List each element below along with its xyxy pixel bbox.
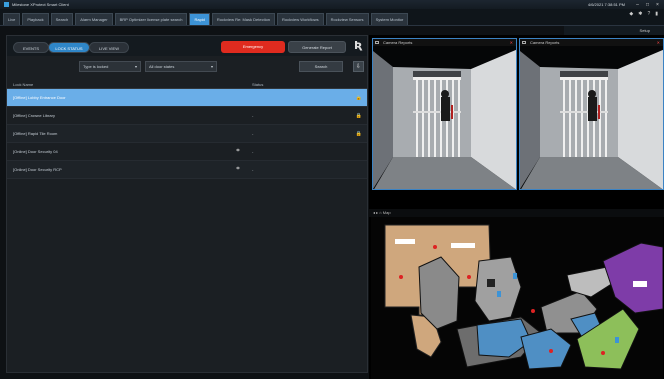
table-header: Lock Name Status	[7, 81, 367, 89]
type-filter-select[interactable]: Type is locked ▾	[79, 61, 141, 72]
camera-tile[interactable]: Camera Reports ✕	[372, 38, 517, 190]
tab-3[interactable]: Alarm Manager	[75, 13, 113, 25]
export-icon[interactable]: ⇩	[353, 61, 364, 72]
filter-row: Type is locked ▾ All door states ▾ Search …	[7, 59, 367, 74]
door-icon: ⌗	[236, 148, 240, 154]
lock-name: [Offline] Rapid Tile Room	[13, 131, 58, 136]
gear-icon[interactable]: ✱	[638, 11, 642, 17]
window-title: Milestone XProtect Smart Client	[12, 2, 69, 7]
tab-9[interactable]: System Monitor	[370, 13, 409, 25]
lock-table: Lock Name Status [Offline] Lobby Entranc…	[7, 81, 367, 179]
tab-5[interactable]: Rapid	[189, 13, 210, 25]
setup-bar: Setup	[564, 26, 664, 35]
lock-state: -	[252, 149, 254, 154]
expand-icon[interactable]: ▮	[655, 11, 658, 17]
tab-live-view[interactable]: LIVE VIEW	[89, 42, 129, 53]
type-filter-value: Type is locked	[83, 64, 109, 69]
lock-icon[interactable]: 🔒	[351, 95, 367, 101]
map-nav-icon[interactable]: ◂ ▸ ⌂	[373, 210, 382, 215]
maximize-icon[interactable]: □	[645, 2, 650, 7]
close-icon[interactable]: ✕	[657, 39, 660, 46]
table-row[interactable]: [Offline] Lobby Entrance Door 🔒	[7, 89, 367, 107]
title-bar: Milestone XProtect Smart Client 4/6/2021…	[0, 0, 664, 9]
lock-name: [Online] Door Security RCP	[13, 167, 62, 172]
tab-4[interactable]: BRP Optimizer license plate search	[114, 13, 188, 25]
help-icon[interactable]: ?	[647, 11, 650, 17]
tab-2[interactable]: Search	[50, 13, 74, 25]
floor-plan-image	[371, 217, 663, 379]
chevron-down-icon: ▾	[134, 64, 137, 69]
door-state-select[interactable]: All door states ▾	[145, 61, 217, 72]
table-row[interactable]: [Online] Door Security 04 ⌗ -	[7, 143, 367, 161]
tab-1[interactable]: Playback	[22, 13, 49, 25]
camera-feed-image	[373, 46, 516, 189]
tab-6[interactable]: Rockview Re: Mask Detection	[211, 13, 276, 25]
tab-7[interactable]: Rockview Workflows	[277, 13, 324, 25]
workspace-tabs: Live Playback Search Alarm Manager BRP Optim…	[0, 9, 664, 26]
datetime-label: 4/6/2021 7:38:51 PM	[587, 2, 625, 7]
map-title: Map	[382, 210, 391, 215]
table-row[interactable]: [Online] Door Security RCP ⌗ -	[7, 161, 367, 179]
bell-icon[interactable]: ◆	[629, 11, 633, 17]
tab-events[interactable]: EVENTS	[13, 42, 49, 53]
tab-lock-status[interactable]: LOCK STATUS	[48, 42, 90, 53]
lock-panel: EVENTS LOCK STATUS LIVE VIEW Emergency G…	[6, 35, 368, 373]
door-icon: ⌗	[236, 166, 240, 172]
camera-tile[interactable]: Camera Reports ✕	[519, 38, 664, 190]
camera-icon	[522, 41, 526, 44]
minimize-icon[interactable]: –	[635, 2, 640, 7]
chevron-down-icon: ▾	[210, 64, 213, 69]
lock-name: [Offline] Crowne Library	[13, 113, 55, 118]
lock-icon[interactable]: 🔒	[351, 131, 367, 137]
camera-feed-image	[520, 46, 663, 189]
lock-state: -	[252, 113, 254, 118]
tab-8[interactable]: Rockview Sensors	[325, 13, 369, 25]
video-area: Camera Reports ✕ Camera Reports ✕ ◂ ▸ ⌂ …	[369, 35, 664, 379]
column-state: Status	[252, 82, 264, 87]
setup-button[interactable]: Setup	[640, 28, 650, 33]
window-controls: – □ ×	[635, 2, 660, 7]
app-logo-icon	[4, 2, 9, 7]
brand-logo-icon: Ʀ	[354, 39, 363, 52]
table-row[interactable]: [Offline] Crowne Library - 🔒	[7, 107, 367, 125]
map-header: ◂ ▸ ⌂ Map	[369, 209, 664, 217]
table-row[interactable]: [Offline] Rapid Tile Room - 🔒	[7, 125, 367, 143]
floor-map[interactable]	[371, 217, 663, 379]
close-icon[interactable]: ×	[655, 2, 660, 7]
toolbar-icons: ◆ ✱ ? ▮	[629, 11, 658, 17]
generate-report-button[interactable]: Generate Report	[288, 41, 346, 53]
lock-name: [Offline] Lobby Entrance Door	[13, 95, 66, 100]
lock-name: [Online] Door Security 04	[13, 149, 58, 154]
column-name: Lock Name	[13, 82, 34, 87]
lock-state: -	[252, 167, 254, 172]
table-body: [Offline] Lobby Entrance Door 🔒 [Offline] …	[7, 89, 367, 179]
camera-header: Camera Reports ✕	[520, 39, 663, 46]
lock-icon[interactable]: 🔒	[351, 113, 367, 119]
camera-label: Camera Reports	[530, 40, 560, 45]
search-button[interactable]: Search	[299, 61, 343, 72]
door-state-value: All door states	[149, 64, 175, 69]
panel-toolbar: EVENTS LOCK STATUS LIVE VIEW Emergency G…	[7, 36, 367, 56]
emergency-button[interactable]: Emergency	[221, 41, 285, 53]
tab-0[interactable]: Live	[3, 13, 21, 25]
lock-state: -	[252, 131, 254, 136]
